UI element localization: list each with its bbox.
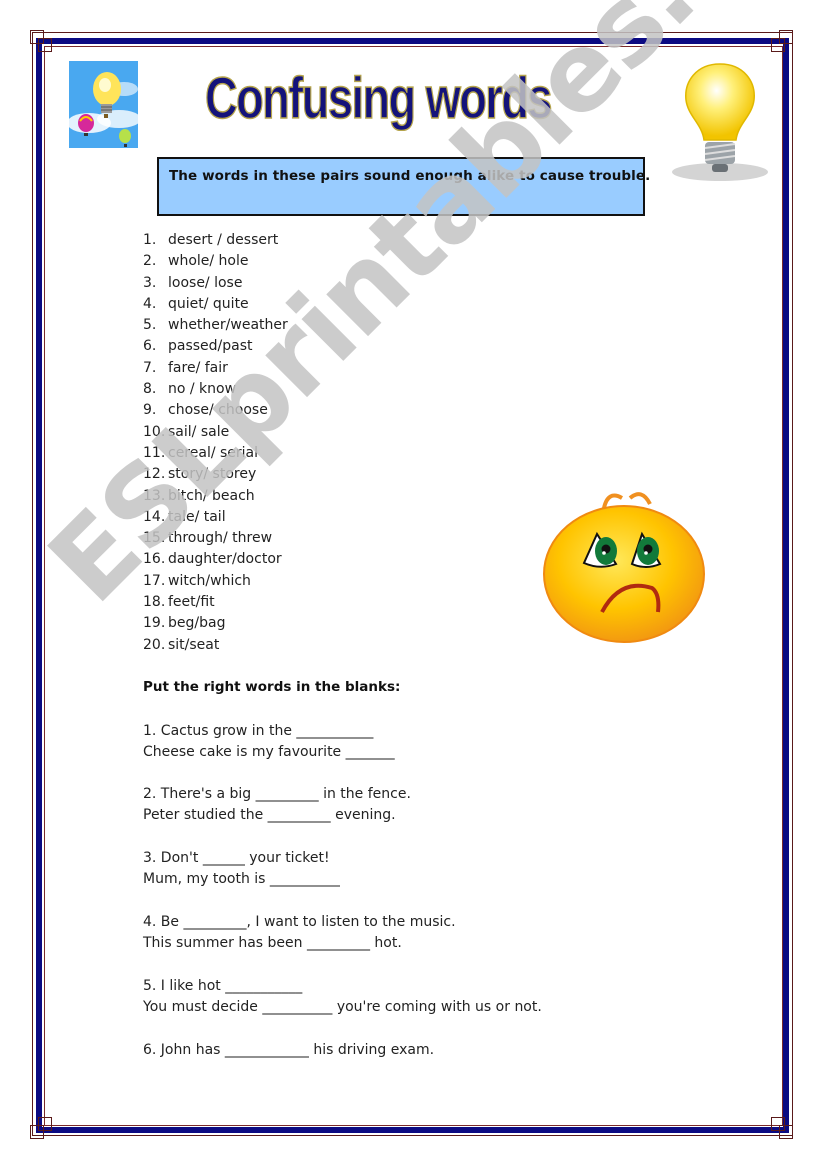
item-number: 6. (143, 338, 157, 355)
word-pair-list: 1. desert / dessert 2. whole/ hole 3. loose/ … (143, 230, 288, 656)
item-number: 13. (143, 487, 166, 504)
page-title: Confusing words (204, 66, 553, 131)
border-corner (38, 1117, 52, 1131)
word-pair-item: 18. feet/fit (143, 592, 288, 613)
word-pair-item: 2. whole/ hole (143, 251, 288, 272)
exercise-sentence: This summer has been _________ hot. (143, 935, 402, 952)
word-pair-item: 3. loose/ lose (143, 273, 288, 294)
item-number: 2. (143, 253, 157, 270)
word-pair-item: 4. quiet/ quite (143, 294, 288, 315)
exercise-item: 3. Don't ______ your ticket! Mum, my toot… (143, 848, 340, 891)
item-number: 11. (143, 444, 166, 461)
item-number: 16. (143, 551, 166, 568)
word-pair-item: 5. whether/weather (143, 315, 288, 336)
word-pair-item: 19. beg/bag (143, 613, 288, 634)
word-pair-item: 10. sail/ sale (143, 422, 288, 443)
border-right (783, 38, 789, 1133)
word-pair-item: 7. fare/ fair (143, 358, 288, 379)
lightbulb-balloons-image (67, 61, 141, 148)
word-pair-item: 16. daughter/doctor (143, 549, 288, 570)
word-pair-item: 8. no / know (143, 379, 288, 400)
word-pair-text: cereal/ serial (168, 444, 259, 461)
exercise-sentence: 6. John has ____________ his driving exa… (143, 1042, 435, 1058)
lightbulb-image (668, 60, 773, 185)
word-pair-text: witch/which (168, 572, 251, 589)
word-pair-text: tale/ tail (168, 508, 226, 525)
item-number: 3. (143, 274, 157, 291)
exercise-item: 6. John has ____________ his driving exa… (143, 1040, 434, 1061)
item-number: 9. (143, 402, 157, 419)
border-left (36, 38, 42, 1133)
exercise-instruction: Put the right words in the blanks: (143, 679, 401, 695)
exercise-sentence: 5. I like hot ___________ (143, 978, 303, 994)
exercise-sentence: 2. There's a big _________ in the fence. (143, 786, 411, 802)
item-number: 19. (143, 615, 166, 632)
border-corner (771, 1117, 785, 1131)
item-number: 18. (143, 594, 166, 611)
word-pair-text: through/ threw (168, 530, 273, 547)
word-pair-item: 6. passed/past (143, 336, 288, 357)
border-bottom (36, 1127, 788, 1133)
word-pair-text: loose/ lose (168, 274, 243, 291)
exercise-sentence: You must decide __________ you're coming… (143, 999, 542, 1016)
word-pair-item: 15. through/ threw (143, 528, 288, 549)
border-top (36, 38, 788, 44)
item-number: 7. (143, 359, 157, 376)
word-pair-item: 12. story/ storey (143, 464, 288, 485)
item-number: 10. (143, 423, 166, 440)
item-number: 12. (143, 466, 166, 483)
word-pair-item: 20. sit/seat (143, 635, 288, 656)
exercise-sentence: Cheese cake is my favourite _______ (143, 744, 395, 761)
exercise-item: 1. Cactus grow in the ___________ Cheese … (143, 721, 395, 764)
item-number: 5. (143, 317, 157, 334)
word-pair-text: sit/seat (168, 636, 220, 653)
exercise-sentence: 1. Cactus grow in the ___________ (143, 723, 374, 739)
item-number: 20. (143, 636, 166, 653)
item-number: 15. (143, 530, 166, 547)
word-pair-item: 9. chose/ choose (143, 400, 288, 421)
border-corner (771, 38, 785, 52)
word-pair-item: 17. witch/which (143, 571, 288, 592)
word-pair-text: passed/past (168, 338, 253, 355)
item-number: 17. (143, 572, 166, 589)
border-corner (38, 38, 52, 52)
exercise-sentence: Mum, my tooth is __________ (143, 871, 340, 888)
word-pair-text: beg/bag (168, 615, 226, 632)
word-pair-item: 1. desert / dessert (143, 230, 288, 251)
word-pair-item: 11. cereal/ serial (143, 443, 288, 464)
exercise-item: 4. Be _________, I want to listen to the… (143, 912, 456, 955)
exercise-sentence: Peter studied the _________ evening. (143, 807, 396, 824)
exercise-sentence: 4. Be _________, I want to listen to the… (143, 914, 456, 930)
subtitle-box: The words in these pairs sound enough al… (157, 157, 650, 216)
item-number: 4. (143, 295, 157, 312)
word-pair-text: no / know (168, 381, 237, 398)
item-number: 14. (143, 508, 166, 525)
word-pair-item: 14. tale/ tail (143, 507, 288, 528)
subtitle-text: The words in these pairs sound enough al… (169, 168, 651, 184)
exercise-item: 2. There's a big _________ in the fence.… (143, 784, 411, 827)
word-pair-text: chose/ choose (168, 402, 268, 419)
sad-face-image (542, 486, 707, 646)
word-pair-text: desert / dessert (168, 232, 279, 248)
exercise-item: 5. I like hot ___________ You must decide… (143, 976, 542, 1019)
word-pair-text: bitch/ beach (168, 487, 255, 504)
word-pair-text: daughter/doctor (168, 551, 282, 568)
exercise-sentence: 3. Don't ______ your ticket! (143, 850, 330, 866)
word-pair-text: story/ storey (168, 466, 257, 483)
item-number: 8. (143, 381, 157, 398)
word-pair-text: quiet/ quite (168, 295, 249, 312)
word-pair-text: feet/fit (168, 594, 215, 611)
word-pair-text: whole/ hole (168, 253, 249, 270)
word-pair-text: fare/ fair (168, 359, 228, 376)
word-pair-text: sail/ sale (168, 423, 230, 440)
word-pair-text: whether/weather (168, 317, 288, 334)
item-number: 1. (143, 232, 157, 248)
word-pair-item: 13. bitch/ beach (143, 486, 288, 507)
